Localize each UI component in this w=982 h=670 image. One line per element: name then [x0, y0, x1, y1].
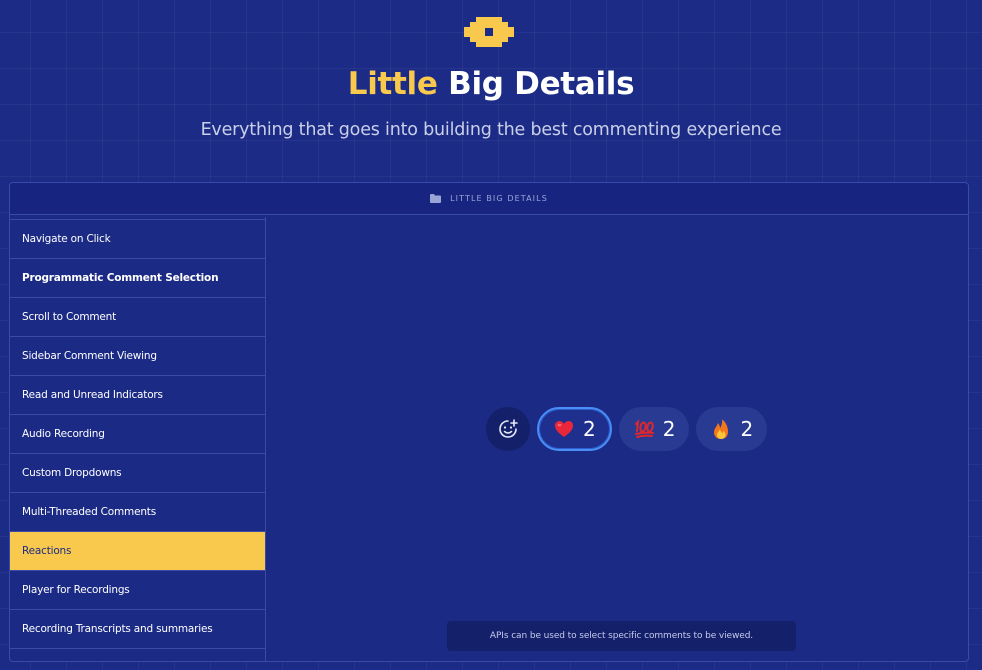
reaction-fire[interactable]: 2 — [696, 407, 768, 451]
heart-icon — [555, 421, 573, 437]
reaction-fire-count: 2 — [740, 417, 754, 441]
sidebar-item-scroll-to-comment[interactable]: Scroll to Comment — [10, 298, 265, 337]
reaction-heart[interactable]: 2 — [537, 407, 612, 451]
sidebar-item-sidebar-comment-viewing[interactable]: Sidebar Comment Viewing — [10, 337, 265, 376]
demo-panel: LITTLE BIG DETAILS Navigate on Click Pro… — [9, 182, 969, 662]
page-subtitle: Everything that goes into building the b… — [200, 120, 782, 140]
sidebar: Navigate on Click Programmatic Comment S… — [10, 217, 266, 661]
sidebar-item-read-unread-indicators[interactable]: Read and Unread Indicators — [10, 376, 265, 415]
sidebar-item-multi-threaded-comments[interactable]: Multi-Threaded Comments — [10, 493, 265, 532]
reaction-hundred-points[interactable]: 2 — [618, 407, 690, 451]
logo-icon — [464, 17, 514, 47]
reaction-heart-count: 2 — [583, 417, 596, 441]
hundred-points-icon — [634, 419, 654, 438]
info-tooltip: APIs can be used to select specific comm… — [447, 621, 796, 651]
sidebar-item-reactions[interactable]: Reactions — [10, 532, 265, 571]
sidebar-item-custom-dropdowns[interactable]: Custom Dropdowns — [10, 454, 265, 493]
panel-header-label: LITTLE BIG DETAILS — [450, 194, 548, 203]
sidebar-item-programmatic-comment-selection[interactable]: Programmatic Comment Selection — [10, 259, 265, 298]
add-reaction-icon — [499, 419, 518, 438]
sidebar-item-navigate-on-click[interactable]: Navigate on Click — [10, 220, 265, 259]
panel-header: LITTLE BIG DETAILS — [10, 183, 968, 215]
title-accent: Little — [347, 66, 438, 102]
reaction-hundred-points-count: 2 — [662, 417, 676, 441]
sidebar-item-audio-recording[interactable]: Audio Recording — [10, 415, 265, 454]
sidebar-item-player-for-recordings[interactable]: Player for Recordings — [10, 571, 265, 610]
page-title: Little Big Details — [0, 66, 982, 102]
add-reaction-button[interactable] — [486, 407, 530, 451]
fire-icon — [714, 419, 729, 439]
folder-icon — [430, 194, 442, 203]
reaction-bar: 2 2 2 — [486, 407, 768, 451]
title-rest: Big Details — [448, 66, 635, 102]
sidebar-item-recording-transcripts[interactable]: Recording Transcripts and summaries — [10, 610, 265, 649]
